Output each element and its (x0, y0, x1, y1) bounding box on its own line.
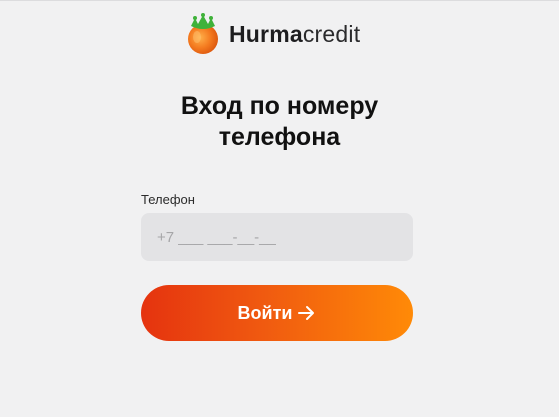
brand-name-light: credit (302, 20, 361, 47)
arrow-right-icon (298, 306, 315, 320)
persimmon-icon (188, 13, 218, 54)
login-button-label: Войти (237, 302, 293, 323)
brand-name-bold: Hurma (229, 20, 303, 47)
brand-logo[interactable]: Hurmacredit (185, 12, 360, 56)
page-title: Вход по номеру телефона (0, 91, 559, 153)
top-divider (0, 0, 559, 1)
login-page: Hurmacredit Вход по номеру телефона Теле… (0, 0, 559, 417)
login-button[interactable]: Войти (141, 285, 413, 341)
page-title-line2: телефона (218, 123, 341, 151)
phone-label: Телефон (141, 192, 195, 207)
brand-name: Hurmacredit (229, 20, 361, 47)
phone-input[interactable] (141, 213, 413, 261)
page-title-line1: Вход по номеру (180, 92, 379, 120)
